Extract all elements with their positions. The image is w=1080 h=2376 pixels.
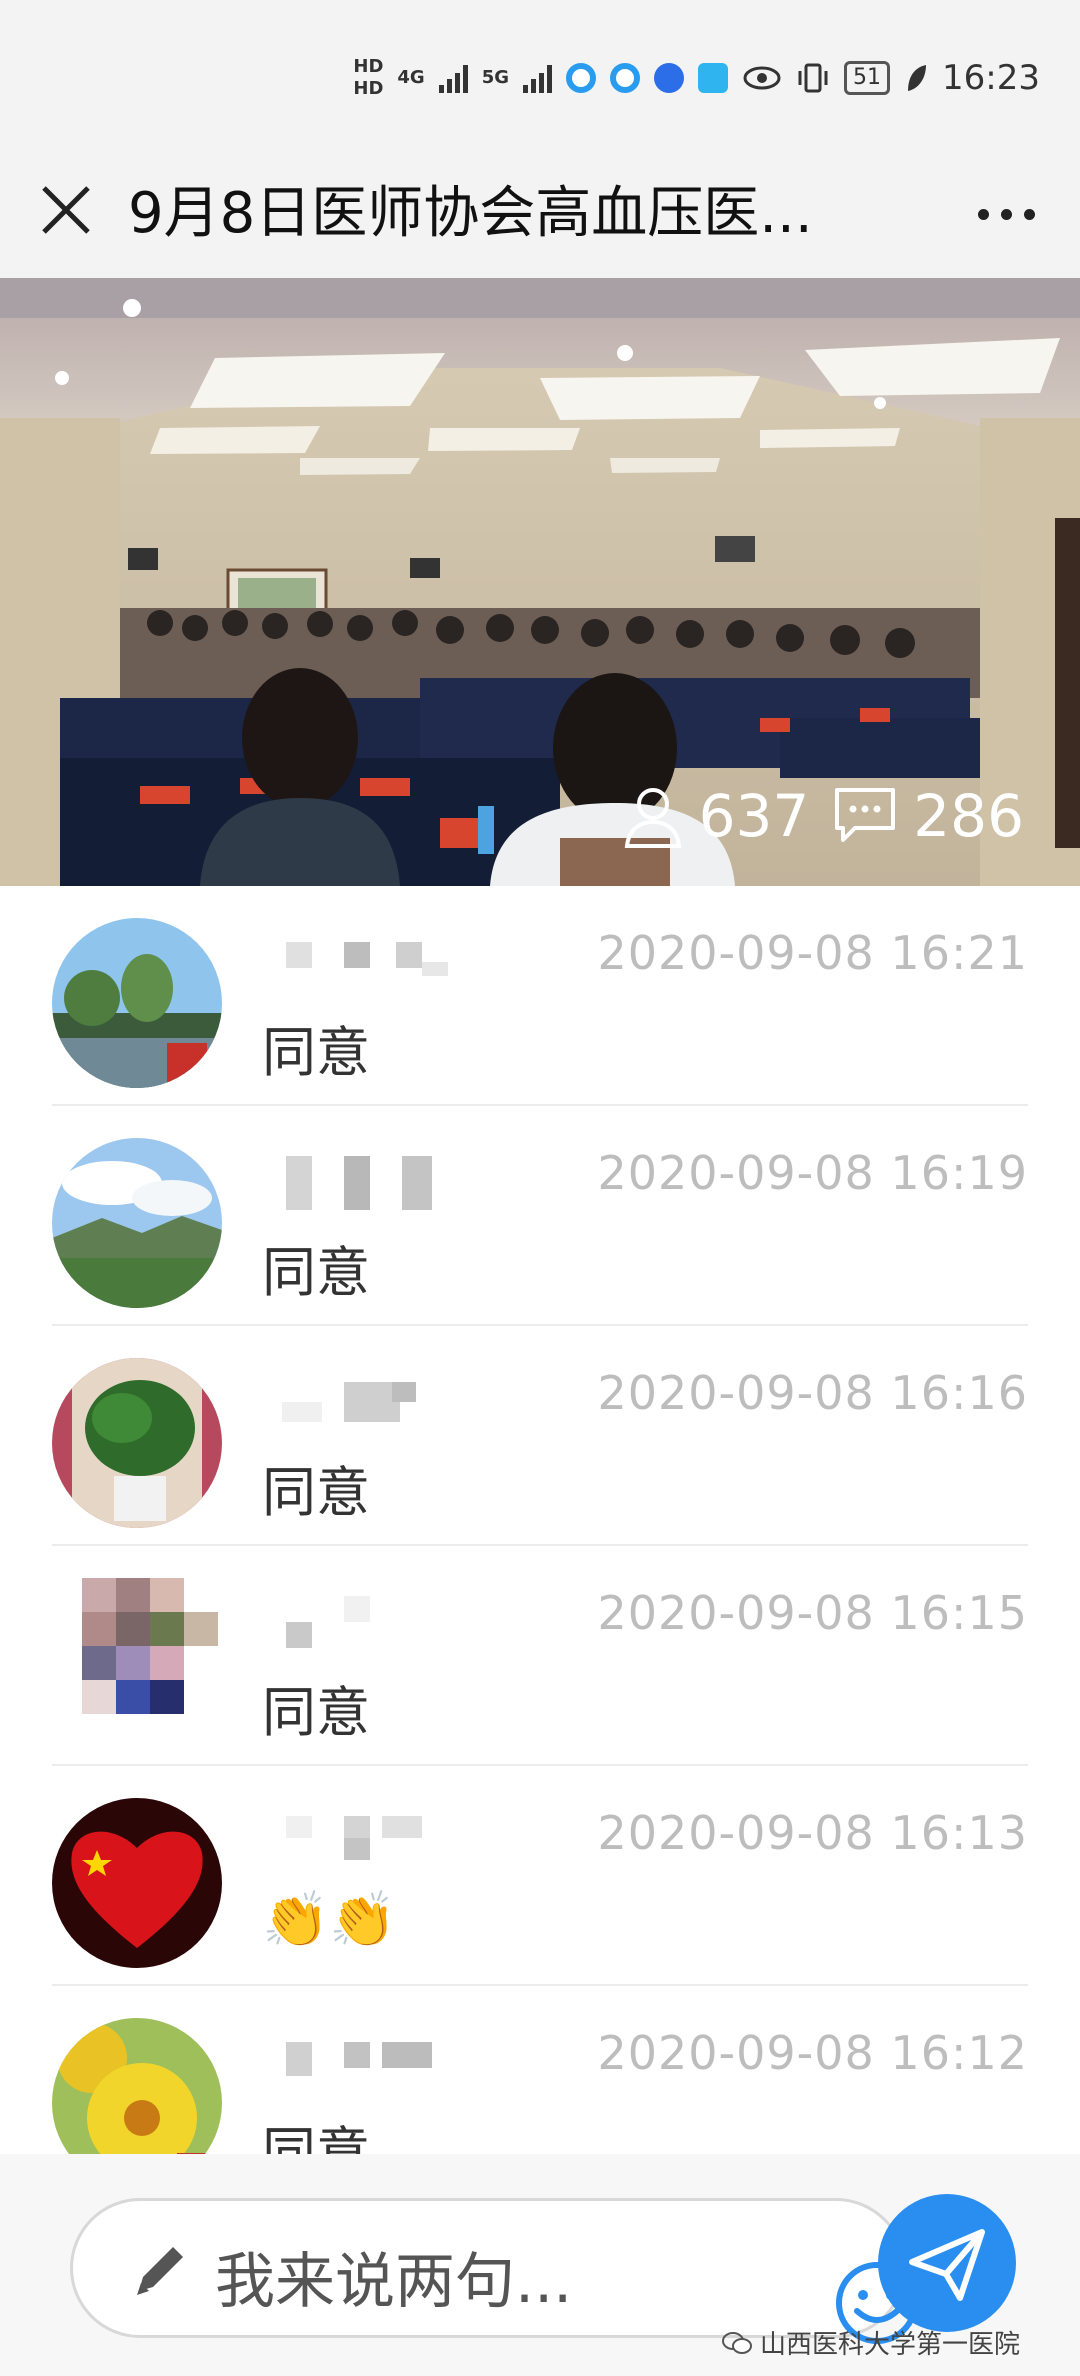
comment-timestamp: 2020-09-08 16:15 xyxy=(597,1586,1028,1640)
watermark-text: 山西医科大学第一医院 xyxy=(760,2330,1021,2360)
hd-label-1: HD xyxy=(353,56,384,77)
comment-icon xyxy=(835,788,896,842)
close-button[interactable] xyxy=(30,174,110,254)
more-dot xyxy=(977,208,989,220)
user-avatar[interactable] xyxy=(52,918,222,1088)
comment-item[interactable]: 2020-09-08 16:16 同意 xyxy=(0,1326,1080,1546)
comment-count: 286 xyxy=(913,782,1024,850)
comment-item[interactable]: 2020-09-08 16:19 同意 xyxy=(0,1106,1080,1326)
comment-timestamp: 2020-09-08 16:16 xyxy=(597,1366,1028,1420)
viewer-stat: 637 xyxy=(623,782,810,850)
comment-list[interactable]: 2020-09-08 16:21 同意 2020-09-08 16:19 同意 xyxy=(0,886,1080,2154)
hd-indicator: HD HD xyxy=(353,58,383,98)
viewer-count: 637 xyxy=(698,782,810,850)
comment-text: 同意 xyxy=(262,2121,370,2154)
comment-item[interactable]: 2020-09-08 16:12 同意 xyxy=(0,1986,1080,2154)
clock: 16:23 xyxy=(942,58,1040,98)
battery-indicator: 51 xyxy=(844,61,891,95)
send-icon xyxy=(909,2229,985,2301)
page-title: 9月8日医师协会高血压医... xyxy=(128,181,813,246)
hd-label-2: HD xyxy=(353,78,384,99)
user-avatar[interactable] xyxy=(52,1138,222,1308)
user-name-mosaic xyxy=(272,1372,472,1422)
comment-item[interactable]: 2020-09-08 16:21 同意 xyxy=(0,886,1080,1106)
more-button[interactable] xyxy=(966,174,1046,254)
comment-timestamp: 2020-09-08 16:21 xyxy=(597,926,1028,980)
comment-input[interactable]: 我来说两句... xyxy=(70,2198,918,2344)
leaf-icon xyxy=(908,65,927,91)
vibrate-icon xyxy=(798,63,828,93)
eye-icon xyxy=(743,66,781,90)
wechat-icon xyxy=(722,2331,752,2354)
comment-timestamp: 2020-09-08 16:12 xyxy=(597,2026,1028,2080)
more-dot xyxy=(1000,208,1012,220)
watermark: 山西医科大学第一医院 xyxy=(722,2324,1020,2361)
comment-text: 同意 xyxy=(262,1021,370,1084)
comment-text: 同意 xyxy=(262,1241,370,1304)
comment-text: 同意 xyxy=(262,1461,370,1524)
comment-input-placeholder: 我来说两句... xyxy=(215,2247,573,2317)
comment-text: 👏👏 xyxy=(262,1888,397,1951)
comment-input-bar: 我来说两句... 山西医科大学第一医院 xyxy=(0,2154,1080,2376)
app-notification-icon xyxy=(566,63,597,93)
lightbulb-icon xyxy=(698,63,729,93)
browser-icon xyxy=(654,63,685,93)
more-dot xyxy=(1023,208,1035,220)
comment-item[interactable]: 2020-09-08 16:15 同意 xyxy=(0,1546,1080,1766)
signal-icon-2 xyxy=(523,63,553,93)
comment-text: 同意 xyxy=(262,1681,370,1744)
status-bar: HD HD 4G 5G 51 16:23 xyxy=(0,0,1080,150)
network-4g-label: 4G xyxy=(397,67,425,88)
comment-stat: 286 xyxy=(833,782,1024,850)
user-name-mosaic xyxy=(272,1152,472,1210)
live-cover-image[interactable]: 637 286 xyxy=(0,278,1080,886)
app-notification-icon-2 xyxy=(610,63,641,93)
send-button[interactable] xyxy=(878,2194,1016,2332)
user-avatar[interactable] xyxy=(52,1798,222,1968)
signal-icon xyxy=(438,63,468,93)
pencil-icon xyxy=(137,2247,183,2295)
user-name-mosaic xyxy=(272,1812,472,1862)
user-name-mosaic xyxy=(272,932,472,982)
network-5g-label: 5G xyxy=(481,67,510,88)
close-icon xyxy=(42,186,90,234)
user-name-mosaic xyxy=(272,1592,472,1648)
user-name-mosaic xyxy=(272,2032,472,2082)
comment-timestamp: 2020-09-08 16:13 xyxy=(597,1806,1028,1860)
user-avatar[interactable] xyxy=(52,2018,222,2154)
user-avatar[interactable] xyxy=(52,1358,222,1528)
live-stats: 637 286 xyxy=(623,782,1024,850)
user-avatar[interactable] xyxy=(52,1578,222,1748)
comment-item[interactable]: 2020-09-08 16:13 👏👏 xyxy=(0,1766,1080,1986)
comment-timestamp: 2020-09-08 16:19 xyxy=(597,1146,1028,1200)
title-bar: 9月8日医师协会高血压医... xyxy=(0,150,1080,278)
person-icon xyxy=(624,788,681,848)
